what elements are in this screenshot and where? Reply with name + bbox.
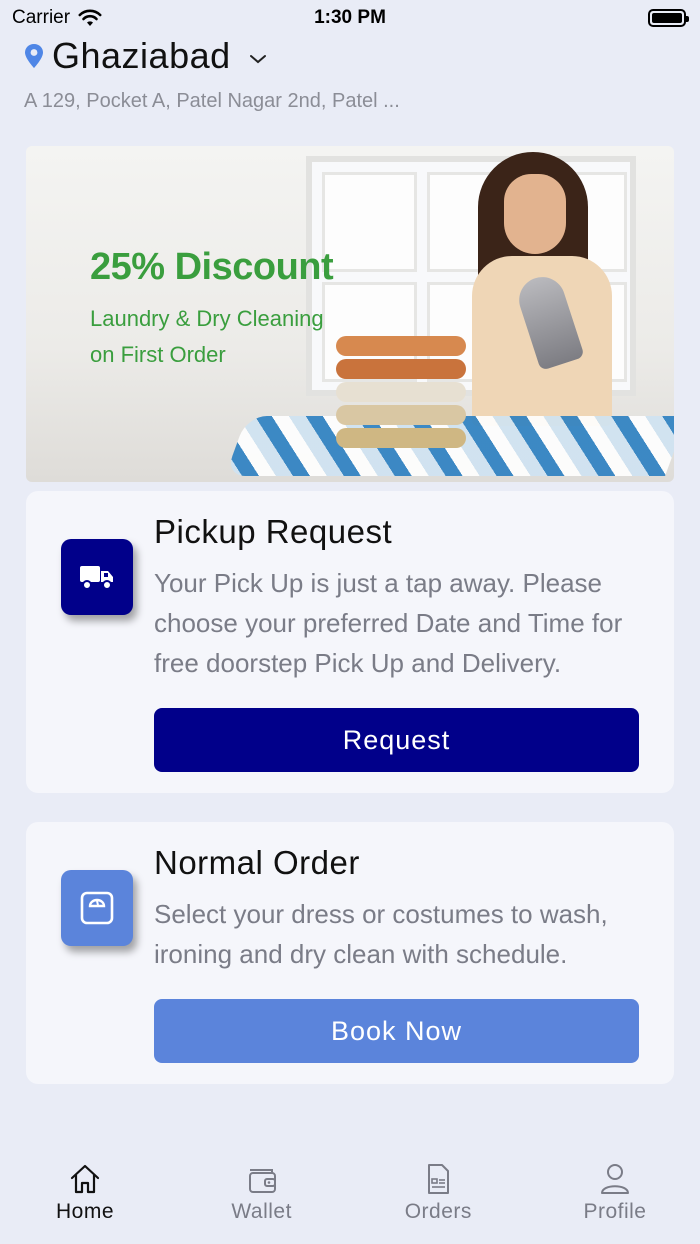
home-icon — [70, 1164, 100, 1194]
location-pin-icon — [25, 44, 43, 68]
washing-machine-icon — [61, 870, 133, 946]
wifi-icon — [78, 9, 102, 26]
pickup-request-title: Pickup Request — [154, 513, 393, 550]
normal-order-title: Normal Order — [154, 844, 360, 881]
banner-line-2: on First Order — [90, 342, 226, 367]
status-time: 1:30 PM — [314, 7, 386, 28]
battery-icon — [648, 9, 689, 27]
carrier-label: Carrier — [12, 7, 71, 28]
tab-profile[interactable]: Profile — [560, 1150, 670, 1244]
tab-orders-label: Orders — [404, 1200, 472, 1223]
banner-subtitle: Laundry & Dry Cleaning on First Order — [90, 301, 333, 373]
wallet-icon — [248, 1169, 276, 1193]
tab-wallet[interactable]: Wallet — [207, 1150, 317, 1244]
location-selector[interactable]: Ghaziabad — [24, 35, 676, 76]
status-left: Carrier — [12, 7, 102, 29]
orders-icon — [428, 1164, 450, 1194]
tab-home-label: Home — [55, 1200, 115, 1223]
location-address: A 129, Pocket A, Patel Nagar 2nd, Patel … — [24, 90, 400, 112]
pickup-request-card: Pickup Request Your Pick Up is just a ta… — [26, 491, 674, 793]
request-button[interactable]: Request — [154, 708, 639, 772]
normal-order-card: Normal Order Select your dress or costum… — [26, 822, 674, 1084]
pickup-request-description: Your Pick Up is just a tap away. Please … — [154, 568, 623, 678]
banner-text: 25% Discount Laundry & Dry Cleaning on F… — [90, 246, 334, 373]
book-now-button[interactable]: Book Now — [154, 999, 639, 1063]
chevron-down-icon[interactable] — [249, 53, 267, 65]
profile-icon — [600, 1164, 629, 1194]
banner-line-1: Laundry & Dry Cleaning — [90, 306, 324, 331]
tab-wallet-label: Wallet — [231, 1200, 292, 1223]
towels-image — [336, 336, 466, 451]
tab-profile-label: Profile — [583, 1200, 647, 1223]
bottom-tab-bar: Home Wallet Orders Profile — [0, 1150, 700, 1244]
status-bar: Carrier 1:30 PM — [0, 0, 700, 36]
location-city: Ghaziabad — [52, 35, 231, 76]
location-header[interactable]: Ghaziabad A 129, Pocket A, Patel Nagar 2… — [24, 35, 676, 113]
truck-icon — [61, 539, 133, 615]
normal-order-description: Select your dress or costumes to wash, i… — [154, 899, 608, 969]
tab-orders[interactable]: Orders — [383, 1150, 493, 1244]
promo-banner[interactable]: 25% Discount Laundry & Dry Cleaning on F… — [26, 146, 674, 482]
tab-home[interactable]: Home — [30, 1150, 140, 1244]
banner-title: 25% Discount — [90, 246, 334, 288]
